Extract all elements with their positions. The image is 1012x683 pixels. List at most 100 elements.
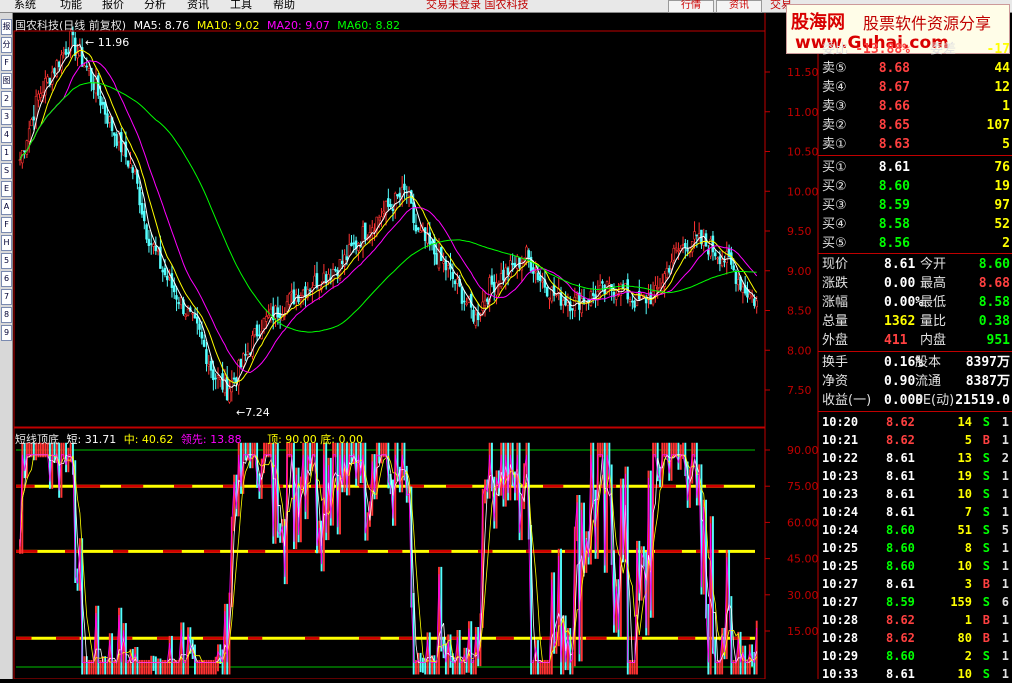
tick-time: 10:25 [822,559,859,573]
level-segment [526,549,552,553]
level-segment [340,549,368,553]
tick-price: 8.62 [886,613,915,627]
indicator-chart [16,442,758,675]
level-segment [174,484,193,488]
candle [421,230,425,233]
stat-label: 收益(一) [822,393,872,408]
price-tick-label: 10.50 [787,146,819,159]
short-value: 短: 31.71 [66,433,117,446]
candle [147,238,151,246]
candle [631,300,634,303]
buy-volume: 76 [994,160,1010,175]
candle [511,262,514,266]
tick-price: 8.61 [886,487,915,501]
candle [83,65,86,68]
order-diff-label: 委差 [930,42,957,57]
logo-slogan: 股票软件资源分享 [863,14,992,33]
candle [347,244,351,257]
candle [46,76,49,83]
candle [451,272,455,279]
tick-price: 8.61 [886,577,915,591]
tick-count: 1 [1001,613,1009,627]
ma5-line [19,43,757,388]
level-segment [311,484,331,488]
tick-volume: 80 [957,631,972,645]
candle [221,373,224,390]
candle [267,314,270,318]
tick-time: 10:24 [822,523,859,537]
candle [149,243,153,245]
candle [87,68,91,72]
candle [140,203,144,215]
candle [115,134,118,146]
tick-volume: 159 [950,595,972,609]
stat-value: 21519.0 [955,393,1010,408]
sell-volume: 5 [1002,137,1010,152]
candle [518,257,521,268]
ma20-line [19,60,758,374]
tick-time: 10:20 [822,415,859,429]
buy-price: 8.58 [878,217,910,232]
candle [552,284,556,296]
candle [608,283,611,286]
tick-row: 10:28 8.62 80 B 1 [820,629,1012,647]
price-chart: ← 11.96 ←7.24 [18,26,758,419]
price-tick-label: 8.50 [787,305,812,318]
tick-time: 10:21 [822,433,859,447]
stat-label: 今开 [920,257,947,272]
stat-row: 现价 8.61 今开 8.60 [820,255,1012,274]
stat-label: 外盘 [822,333,849,348]
level-segment [696,549,719,553]
level-segment [651,484,676,488]
candle [725,251,728,263]
level-segment [113,549,129,553]
candle [628,299,632,302]
tick-volume: 2 [964,649,972,663]
stat-label: 最高 [920,276,947,291]
stat-label: 净资 [822,374,849,389]
candle [732,265,735,271]
low-price-label: ←7.24 [236,406,270,419]
candle [129,163,132,169]
candle [486,298,489,302]
candle [718,256,722,265]
candle [502,269,505,281]
candle [175,295,178,300]
candle [163,267,167,276]
candle [693,231,696,240]
candle [184,314,187,317]
candle [131,167,135,173]
stat-label: 最低 [920,295,947,310]
price-tick-label: 9.50 [787,225,812,238]
stat-row: 涨幅 0.00% 最低 8.58 [820,293,1012,312]
candle [591,293,595,296]
tick-row: 10:33 8.61 10 S 1 [820,665,1012,683]
tick-count: 5 [1001,523,1009,537]
tick-count: 1 [1001,577,1009,591]
sell-row: 卖④ 8.67 12 [820,78,1012,97]
candle [119,132,123,153]
candle [225,376,229,401]
tick-count: 1 [1001,667,1009,681]
tick-row: 10:25 8.60 10 S 1 [820,557,1012,575]
stat-value: 8.68 [978,276,1010,291]
stat-value: 0.38 [978,314,1010,329]
tick-row: 10:22 8.61 13 S 2 [820,449,1012,467]
candle [566,302,570,306]
level-segment [446,484,473,488]
stat-row: 总量 1362 量比 0.38 [820,312,1012,331]
stock-name: 国农科技(日线 前复权) [15,19,127,32]
candle [154,245,158,252]
candle [571,308,574,311]
tick-direction: B [982,613,990,627]
stat-value: 8387万 [965,374,1010,389]
tick-count: 1 [1001,415,1009,429]
sell-volume: 12 [994,80,1010,95]
candle [481,301,484,311]
candle [548,297,551,300]
tick-time: 10:24 [822,505,859,519]
indicator-tick-label: 15.00 [787,625,819,638]
buy-volume: 2 [1002,236,1010,251]
level-segment [73,484,101,488]
candle [18,159,22,161]
